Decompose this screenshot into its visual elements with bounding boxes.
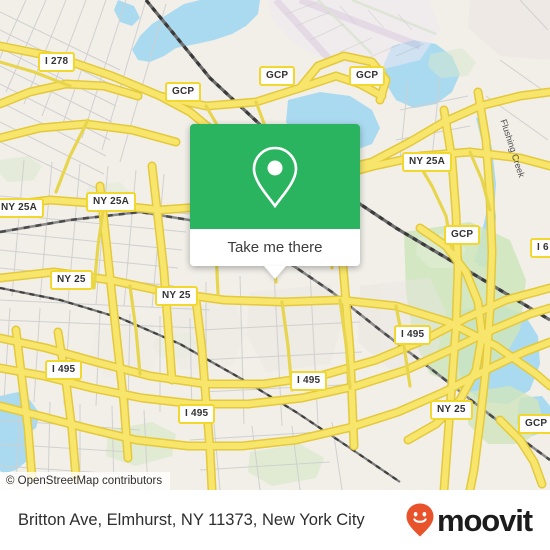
moovit-wordmark: moovit bbox=[436, 502, 533, 538]
location-popup-card[interactable]: Take me there bbox=[190, 124, 360, 279]
shield-ny25a-mid: NY 25A bbox=[86, 192, 137, 212]
shield-gcp-4: GCP bbox=[444, 225, 481, 245]
popup-card-image-area bbox=[190, 124, 360, 229]
shield-ny25a-right: NY 25A bbox=[402, 152, 453, 172]
shield-gcp-1: GCP bbox=[165, 82, 202, 102]
shield-i495-bottom: I 495 bbox=[178, 404, 216, 424]
shield-i278: I 278 bbox=[38, 52, 76, 72]
map-pin-icon bbox=[252, 146, 298, 208]
shield-ny25-left: NY 25 bbox=[50, 270, 93, 290]
popup-card-tail bbox=[264, 266, 286, 279]
take-me-there-label: Take me there bbox=[227, 239, 323, 256]
shield-i678: I 6 bbox=[530, 238, 550, 258]
address-text: Britton Ave, Elmhurst, NY 11373, New Yor… bbox=[18, 510, 365, 529]
shield-ny25-mid: NY 25 bbox=[155, 286, 198, 306]
screenshot-root: I 278 GCP GCP GCP NY 25A NY 25A NY 25A GCP I 6 NY… bbox=[0, 0, 550, 550]
shield-ny25a-left: NY 25A bbox=[0, 198, 45, 218]
osm-attribution[interactable]: © OpenStreetMap contributors bbox=[0, 472, 171, 490]
shield-gcp-5: GCP bbox=[518, 414, 550, 434]
shield-gcp-2: GCP bbox=[259, 66, 296, 86]
footer-bar: Britton Ave, Elmhurst, NY 11373, New Yor… bbox=[0, 490, 550, 550]
popup-card-action-bar[interactable]: Take me there bbox=[190, 229, 360, 279]
map-canvas[interactable]: I 278 GCP GCP GCP NY 25A NY 25A NY 25A GCP I 6 NY… bbox=[0, 0, 550, 490]
shield-i495-mid: I 495 bbox=[290, 371, 328, 391]
shield-i495-left: I 495 bbox=[45, 360, 83, 380]
moovit-logo[interactable]: moovit bbox=[405, 502, 533, 538]
shield-i495-right: I 495 bbox=[394, 325, 432, 345]
shield-ny25-right: NY 25 bbox=[430, 400, 473, 420]
shield-gcp-3: GCP bbox=[349, 66, 386, 86]
moovit-smiley-pin-icon bbox=[406, 503, 434, 537]
